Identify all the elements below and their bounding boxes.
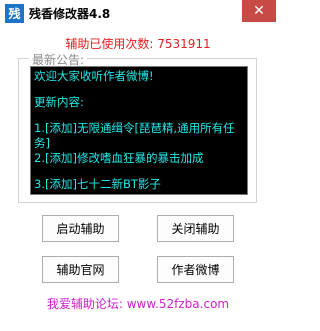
notice-line: 2.[添加]修改嗜血狂暴的暴击加成 <box>34 151 204 165</box>
close-button[interactable]: ✕ <box>242 0 276 22</box>
forum-link[interactable]: 我爱辅助论坛: www.52fzba.com <box>0 295 276 312</box>
stop-assist-button[interactable]: 关闭辅助 <box>157 215 234 242</box>
app-window: 残 残香修改器4.8 ✕ 辅助已使用次数: 7531911 最新公告: 欢迎大家… <box>0 0 276 331</box>
notice-line: 欢迎大家收听作者微博! <box>34 69 154 83</box>
start-assist-button[interactable]: 启动辅助 <box>42 215 119 242</box>
notice-line-blank <box>34 84 244 95</box>
notice-line-blank <box>34 110 244 121</box>
usage-count-label: 辅助已使用次数: 7531911 <box>65 37 211 51</box>
title-bar[interactable]: 残 残香修改器4.8 ✕ <box>0 0 276 26</box>
window-title: 残香修改器4.8 <box>29 7 111 21</box>
close-icon: ✕ <box>253 3 265 19</box>
official-website-button[interactable]: 辅助官网 <box>42 256 119 283</box>
notice-line-blank <box>34 166 244 177</box>
notice-line: 1.[添加]无限通缉令[琵琶精,通用所有任务] <box>34 121 235 150</box>
notice-line: 3.[添加]七十二新BT影子 <box>34 177 161 191</box>
app-icon: 残 <box>5 4 24 23</box>
notice-textbox[interactable]: 欢迎大家收听作者微博! 更新内容: 1.[添加]无限通缉令[琵琶精,通用所有任务… <box>30 66 248 195</box>
author-weibo-button[interactable]: 作者微博 <box>157 256 234 283</box>
notice-line: 更新内容: <box>34 95 84 109</box>
